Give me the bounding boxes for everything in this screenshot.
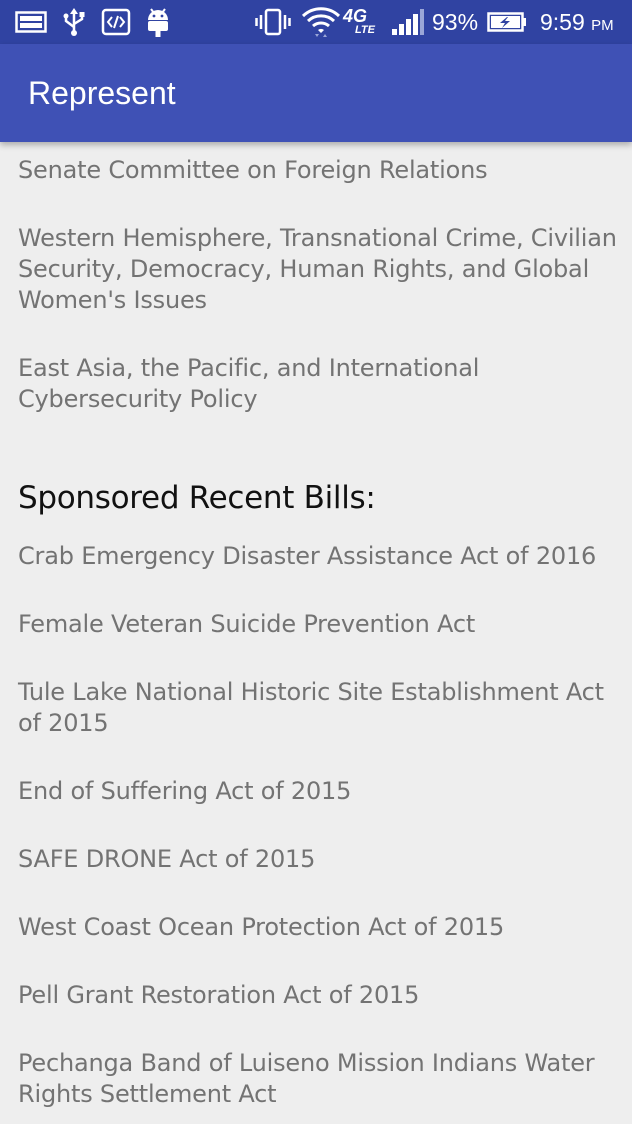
signal-icon bbox=[390, 7, 426, 37]
detail-content[interactable]: Senate Committee on Foreign Relations We… bbox=[0, 142, 632, 1124]
status-time-value: 9:59 bbox=[540, 9, 585, 35]
committee-item: Senate Committee on Foreign Relations bbox=[18, 156, 488, 184]
bill-item: End of Suffering Act of 2015 bbox=[18, 777, 352, 805]
committee-item: East Asia, the Pacific, and Internationa… bbox=[18, 354, 480, 413]
status-time: 9:59 PM bbox=[540, 8, 614, 40]
bill-item: Pell Grant Restoration Act of 2015 bbox=[18, 981, 420, 1009]
gallery-icon bbox=[14, 7, 48, 37]
sponsored-bills-heading: Sponsored Recent Bills: bbox=[18, 480, 376, 516]
status-bar: 4G LTE 93% 9:59 PM bbox=[0, 0, 632, 44]
bill-item: Pechanga Band of Luiseno Mission Indians… bbox=[18, 1049, 595, 1108]
app-bar: Represent bbox=[0, 44, 632, 142]
developer-code-icon bbox=[100, 7, 132, 37]
bill-item: Female Veteran Suicide Prevention Act bbox=[18, 610, 476, 638]
usb-icon bbox=[60, 7, 88, 37]
bill-item: West Coast Ocean Protection Act of 2015 bbox=[18, 913, 505, 941]
network-label-lte: LTE bbox=[355, 24, 375, 36]
status-time-suffix: PM bbox=[591, 17, 614, 34]
bill-item: Crab Emergency Disaster Assistance Act o… bbox=[18, 542, 597, 570]
bill-item: SAFE DRONE Act of 2015 bbox=[18, 845, 316, 873]
battery-percent: 93% bbox=[432, 9, 479, 35]
android-icon bbox=[142, 7, 174, 37]
committee-item: Western Hemisphere, Transnational Crime,… bbox=[18, 224, 617, 314]
bill-item: Tule Lake National Historic Site Establi… bbox=[18, 678, 604, 737]
4g-lte-icon: 4G LTE bbox=[343, 7, 385, 37]
network-label-4g: 4G bbox=[343, 6, 368, 26]
app-title: Represent bbox=[28, 75, 176, 111]
vibrate-icon bbox=[254, 7, 292, 37]
wifi-icon bbox=[300, 4, 342, 40]
battery-charging-icon bbox=[486, 7, 528, 37]
